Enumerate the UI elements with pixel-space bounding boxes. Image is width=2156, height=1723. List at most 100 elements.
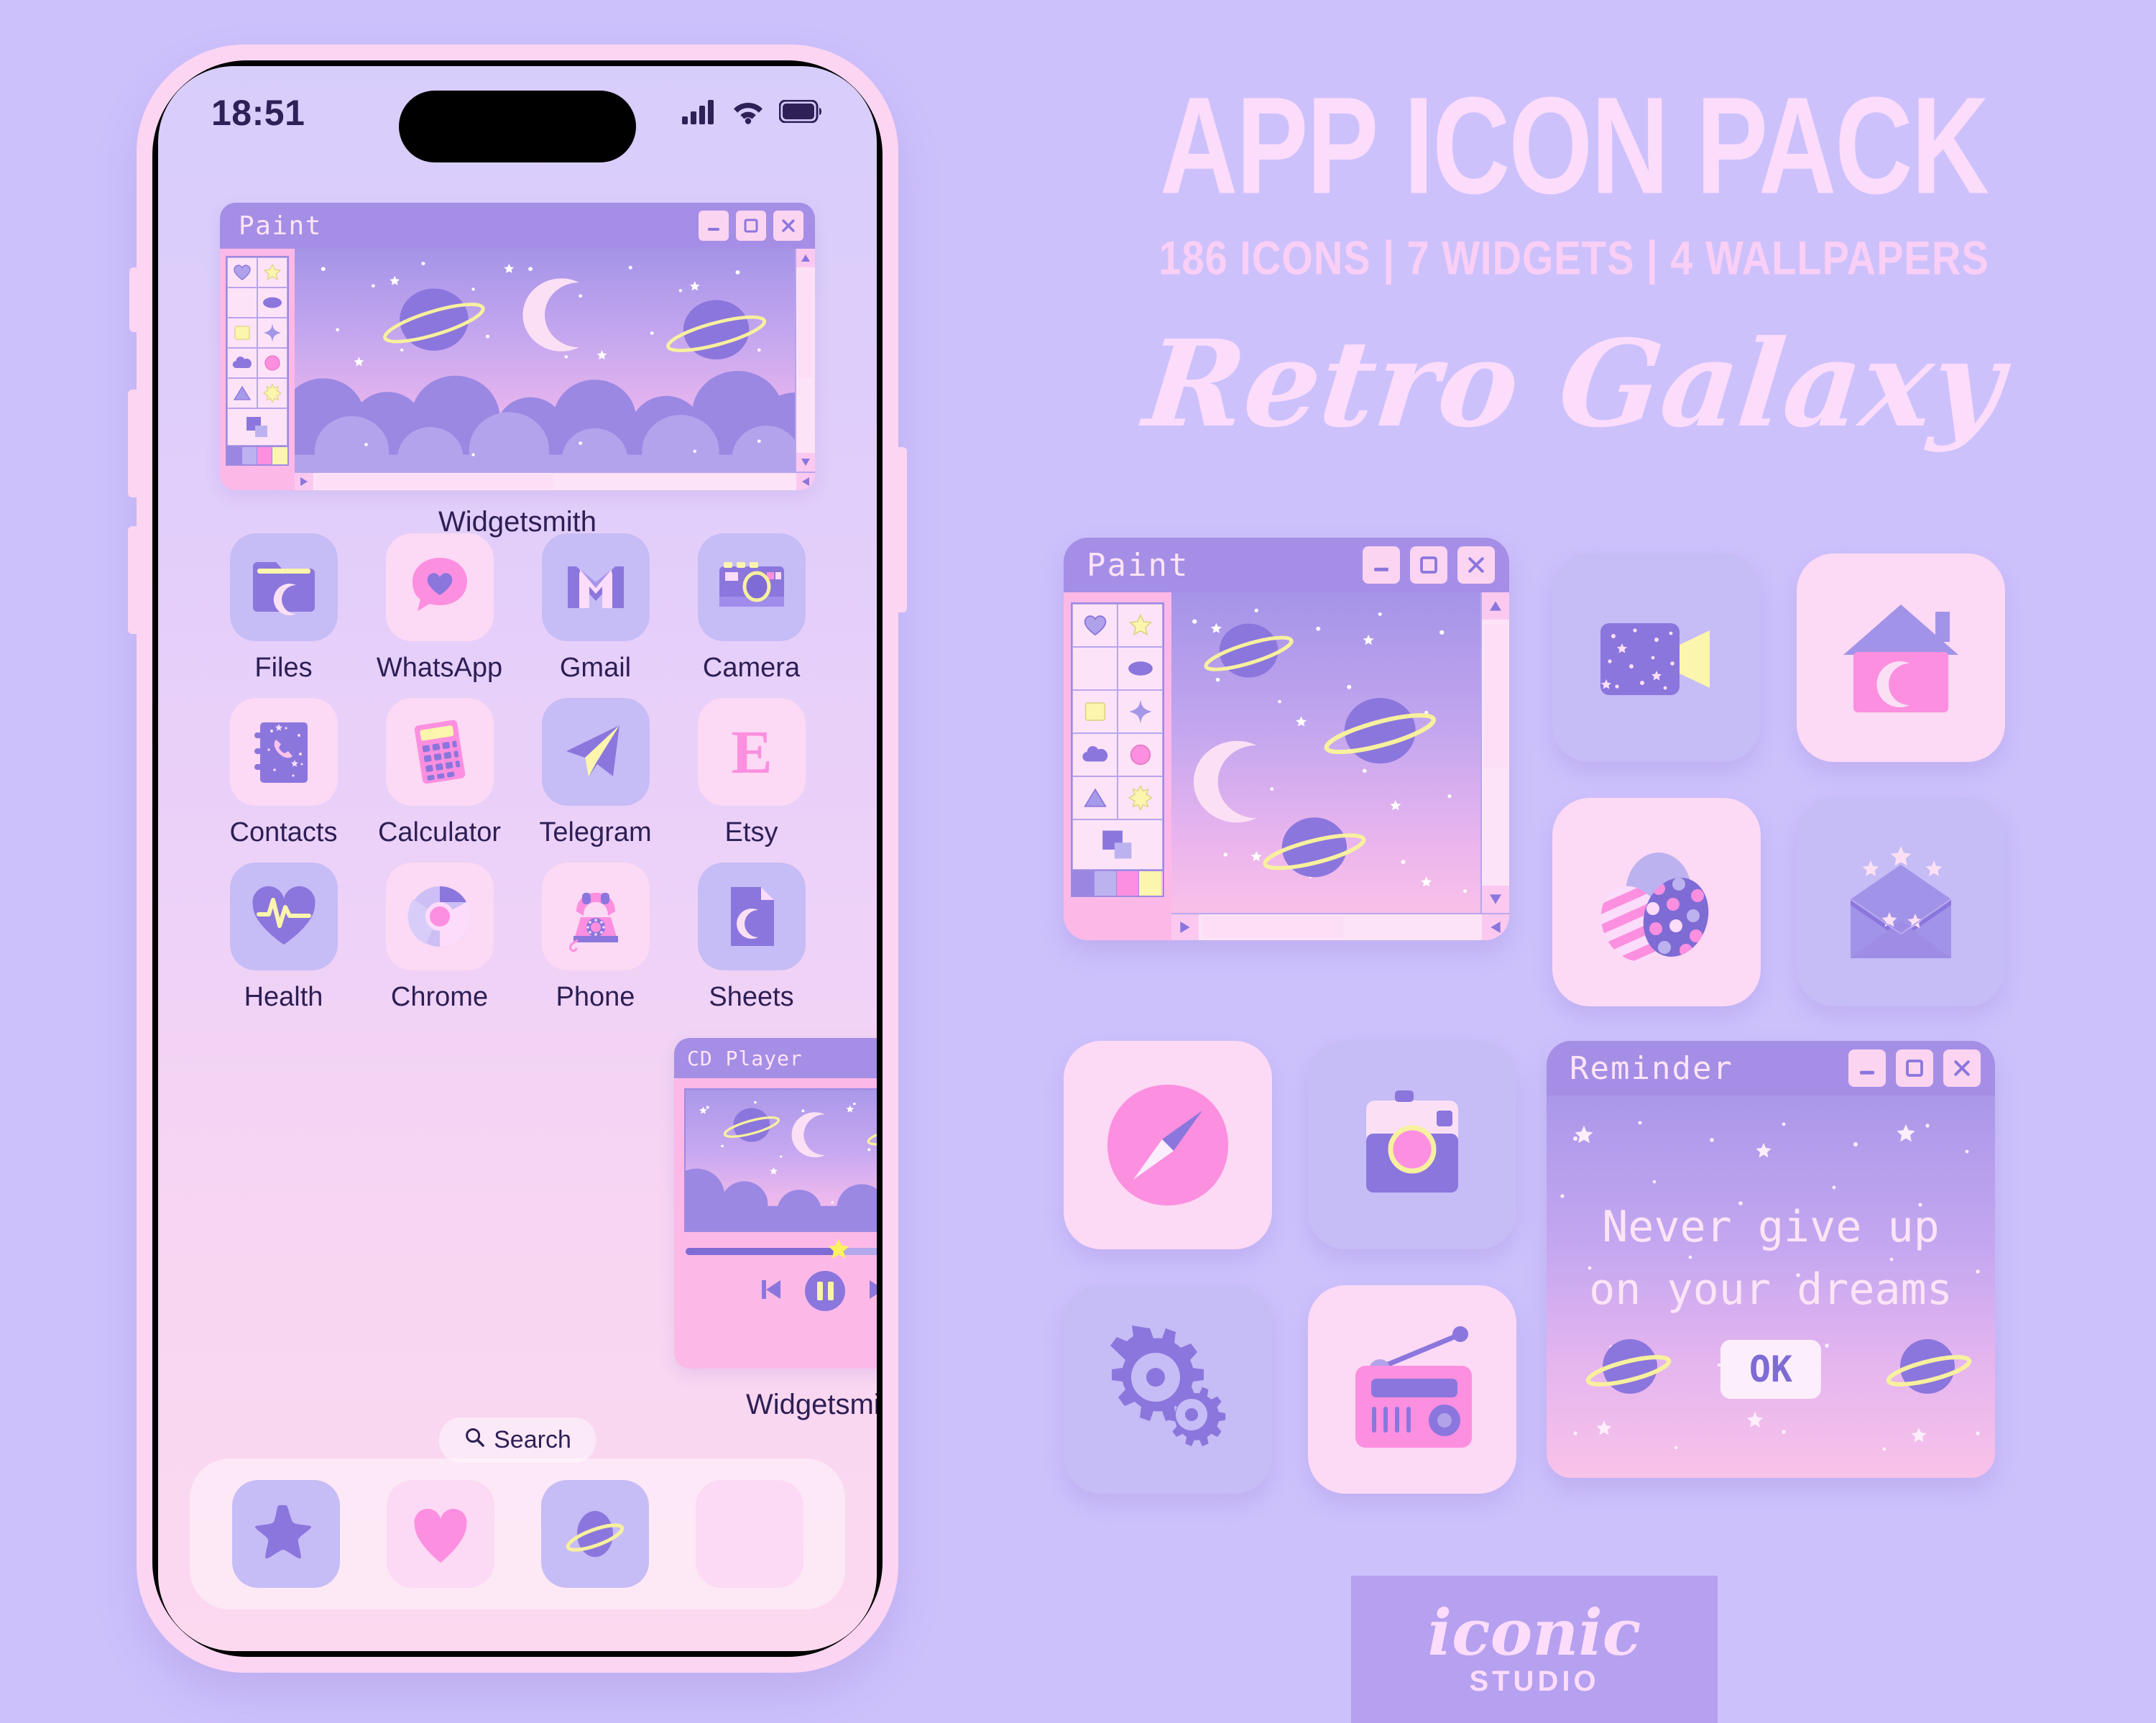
dock-item-star[interactable]: [231, 1480, 340, 1588]
maximize-icon[interactable]: [1410, 546, 1447, 584]
dock-item-heart[interactable]: [386, 1480, 494, 1588]
minimize-icon[interactable]: [699, 211, 729, 241]
paint-horizontal-scrollbar[interactable]: [295, 472, 815, 490]
showcase-paint-toolbar[interactable]: [1064, 592, 1171, 940]
scroll-up-icon[interactable]: [796, 249, 815, 267]
tool-burst-icon[interactable]: [1118, 776, 1163, 819]
showcase-icon-camera[interactable]: [1308, 1041, 1516, 1249]
cd-next-button[interactable]: [864, 1275, 877, 1308]
mute-switch[interactable]: [129, 267, 139, 332]
paint-widget[interactable]: Paint: [220, 203, 815, 490]
cd-album-art: [684, 1088, 877, 1232]
heart-pulse-icon: [252, 886, 315, 945]
scroll-down-icon[interactable]: [1482, 886, 1509, 913]
app-label: Contacts: [229, 817, 338, 847]
tool-star-icon[interactable]: [1118, 604, 1163, 647]
app-icon-sheets[interactable]: Sheets: [673, 863, 829, 1013]
app-label: Camera: [702, 653, 801, 683]
cd-pause-button[interactable]: [805, 1271, 845, 1311]
maximize-icon[interactable]: [1896, 1049, 1933, 1087]
app-icon-telegram[interactable]: Telegram: [517, 698, 673, 848]
tool-circle-icon[interactable]: [257, 348, 287, 378]
scroll-down-icon[interactable]: [796, 453, 815, 472]
cd-window-title: CD Player: [687, 1046, 803, 1070]
scroll-left-icon[interactable]: [295, 473, 313, 490]
tool-cloud-icon[interactable]: [1072, 733, 1118, 776]
maximize-icon[interactable]: [736, 211, 766, 241]
cd-previous-button[interactable]: [757, 1275, 786, 1308]
tool-select-icon[interactable]: [1072, 819, 1163, 870]
cd-player-widget[interactable]: CD Player: [674, 1038, 877, 1369]
app-icon-etsy[interactable]: E Etsy: [673, 698, 829, 848]
app-icon-files[interactable]: Files: [206, 533, 361, 684]
scroll-right-icon[interactable]: [796, 473, 815, 490]
close-icon[interactable]: [1943, 1049, 1981, 1087]
showcase-scrollbar-vertical[interactable]: [1480, 592, 1509, 913]
tool-select-icon[interactable]: [227, 408, 287, 446]
tool-moon-icon[interactable]: [1072, 647, 1118, 690]
cd-widget-label: Widgetsmith: [745, 1389, 877, 1420]
close-icon[interactable]: [1457, 546, 1495, 584]
reminder-widget[interactable]: Reminder Never give up on your dreams OK: [1547, 1041, 1995, 1478]
showcase-paint-canvas[interactable]: [1171, 592, 1480, 913]
paint-canvas[interactable]: [295, 249, 795, 472]
showcase-icon-video-camera[interactable]: [1552, 553, 1761, 762]
reminder-message: Never give up on your dreams: [1547, 1196, 1995, 1321]
app-label: Telegram: [539, 817, 652, 847]
tool-heart-icon[interactable]: [1072, 604, 1118, 647]
star-icon: [254, 1505, 311, 1559]
showcase-icon-radio[interactable]: [1308, 1285, 1516, 1494]
showcase-scrollbar-horizontal[interactable]: [1171, 913, 1509, 940]
tool-star-icon[interactable]: [257, 257, 287, 288]
app-icon-contacts[interactable]: Contacts: [206, 698, 361, 848]
minimize-icon[interactable]: [1848, 1049, 1886, 1087]
scroll-up-icon[interactable]: [1482, 592, 1509, 620]
showcase-icon-safari[interactable]: [1064, 1041, 1272, 1249]
close-icon[interactable]: [773, 211, 803, 241]
home-screen-app-grid: Files WhatsApp Gmail Camera Contacts Cal…: [206, 533, 829, 1013]
scroll-right-icon[interactable]: [1482, 914, 1509, 940]
tool-cloud-icon[interactable]: [227, 348, 257, 378]
tool-burst-icon[interactable]: [257, 378, 287, 408]
tool-moon-icon[interactable]: [227, 288, 257, 318]
dock-item-planet[interactable]: [540, 1480, 649, 1588]
tool-heart-icon[interactable]: [227, 257, 257, 288]
showcase-paint-widget[interactable]: Paint: [1064, 538, 1509, 940]
app-icon-chrome[interactable]: Chrome: [361, 863, 517, 1013]
app-icon-gmail[interactable]: Gmail: [517, 533, 673, 684]
paint-toolbar[interactable]: [220, 249, 295, 490]
easter-eggs-icon: [1589, 853, 1709, 972]
app-icon-camera[interactable]: Camera: [673, 533, 829, 684]
tool-ellipse-icon[interactable]: [257, 288, 287, 318]
scroll-left-icon[interactable]: [1171, 914, 1199, 940]
search-button[interactable]: Search: [439, 1418, 596, 1463]
app-icon-calculator[interactable]: Calculator: [361, 698, 517, 848]
tool-circle-icon[interactable]: [1118, 733, 1163, 776]
showcase-icon-mail[interactable]: [1797, 798, 2005, 1006]
tool-sparkle-icon[interactable]: [257, 318, 287, 348]
paint-vertical-scrollbar[interactable]: [795, 249, 815, 472]
cd-progress-bar[interactable]: [686, 1239, 877, 1259]
showcase-paint-palette[interactable]: [1071, 871, 1164, 897]
showcase-icon-home[interactable]: [1797, 553, 2005, 762]
tool-square-icon[interactable]: [227, 318, 257, 348]
app-icon-health[interactable]: Health: [206, 863, 361, 1013]
app-icon-phone[interactable]: Phone: [517, 863, 673, 1013]
paint-color-palette[interactable]: [226, 447, 289, 466]
volume-down-button[interactable]: [128, 526, 139, 634]
app-label: Phone: [556, 982, 635, 1012]
app-icon-whatsapp[interactable]: WhatsApp: [361, 533, 517, 684]
dock-item-moon[interactable]: [695, 1480, 803, 1588]
reminder-ok-button[interactable]: OK: [1720, 1340, 1822, 1399]
tool-sparkle-icon[interactable]: [1118, 690, 1163, 733]
tool-square-icon[interactable]: [1072, 690, 1118, 733]
showcase-icon-settings[interactable]: [1064, 1285, 1272, 1494]
tool-ellipse-icon[interactable]: [1118, 647, 1163, 690]
minimize-icon[interactable]: [1363, 546, 1400, 584]
progress-star-handle[interactable]: [826, 1238, 851, 1266]
tool-triangle-icon[interactable]: [1072, 776, 1118, 819]
power-button[interactable]: [895, 447, 907, 612]
tool-triangle-icon[interactable]: [227, 378, 257, 408]
showcase-icon-eggs[interactable]: [1552, 798, 1761, 1006]
volume-up-button[interactable]: [128, 390, 139, 497]
